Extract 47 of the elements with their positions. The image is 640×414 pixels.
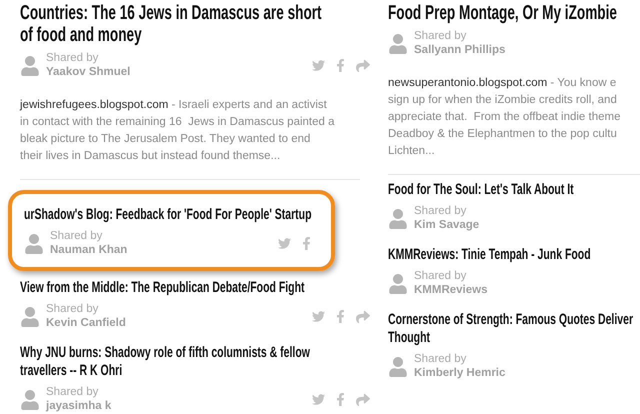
twitter-icon[interactable] <box>278 237 291 250</box>
shared-by-label: Shared by <box>414 30 468 43</box>
shared-by-label: Shared by <box>46 52 100 65</box>
excerpt-text: sign up for when the iZombie credits roll, and <box>388 93 618 108</box>
user-avatar-icon <box>388 34 408 54</box>
user-avatar-icon <box>24 234 44 254</box>
share-icon[interactable] <box>356 310 370 324</box>
shared-by-label: Shared by <box>50 230 104 243</box>
user-avatar-icon <box>20 56 40 76</box>
post-title[interactable]: urShadow's Blog: Feedback for 'Food For People' Startup <box>24 206 312 224</box>
twitter-icon[interactable] <box>312 310 325 323</box>
excerpt-text: Lichten... <box>388 144 436 159</box>
share-icon[interactable] <box>356 58 370 72</box>
shared-by-label: Shared by <box>414 270 468 283</box>
excerpt-text: in contact with the remaining 16 Jews in Damascus painted a <box>20 115 336 130</box>
facebook-icon[interactable] <box>334 393 347 406</box>
facebook-icon[interactable] <box>334 59 347 72</box>
user-avatar-icon <box>388 356 408 376</box>
shared-by-label: Shared by <box>46 386 100 399</box>
user-avatar-icon <box>20 306 40 326</box>
post-title[interactable]: Thought <box>388 329 430 347</box>
post-title[interactable]: Countries: The 16 Jews in Damascus are short <box>20 2 322 24</box>
post-title[interactable]: travellers -- R K Ohri <box>20 362 122 380</box>
post-title[interactable]: View from the Middle: The Republican Debate/Food Fight <box>20 279 304 297</box>
shared-by-label: Shared by <box>46 303 100 316</box>
shared-by-label: Shared by <box>414 353 468 366</box>
excerpt-text: bleak picture to The Jerusalem Post. They wanted to end <box>20 132 312 147</box>
twitter-icon[interactable] <box>312 59 325 72</box>
facebook-icon[interactable] <box>334 310 347 323</box>
excerpt-text: Deadboy & the Elephantmen to the pop cultu <box>388 127 618 142</box>
user-avatar-icon <box>20 390 40 410</box>
facebook-icon[interactable] <box>300 237 313 250</box>
post-title[interactable]: of food and money <box>20 24 142 46</box>
post-title[interactable]: Food Prep Montage, Or My iZombie <box>388 2 617 24</box>
excerpt-text: appreciate that. From the offbeat indie theme <box>388 110 622 125</box>
excerpt-text: their lives in Damascus but instead found themse... <box>20 149 282 164</box>
user-avatar-icon <box>388 208 408 228</box>
post-title[interactable]: Cornerstone of Strength: Famous Quotes Deliver <box>388 311 634 329</box>
post-title[interactable]: KMMReviews: Tinie Tempah - Junk Food <box>388 246 591 264</box>
excerpt-text: newsuperantonio.blogspot.com - You know e <box>388 76 618 91</box>
user-avatar-icon <box>388 274 408 294</box>
shared-by-label: Shared by <box>414 205 468 218</box>
twitter-icon[interactable] <box>312 393 325 406</box>
excerpt-text: jewishrefugees.blogspot.com - Israeli experts and an activist <box>20 98 328 113</box>
share-icon[interactable] <box>356 392 370 406</box>
post-title[interactable]: Why JNU burns: Shadowy role of fifth columnists & fellow <box>20 344 310 362</box>
post-title[interactable]: Food for The Soul: Let's Talk About It <box>388 181 574 199</box>
